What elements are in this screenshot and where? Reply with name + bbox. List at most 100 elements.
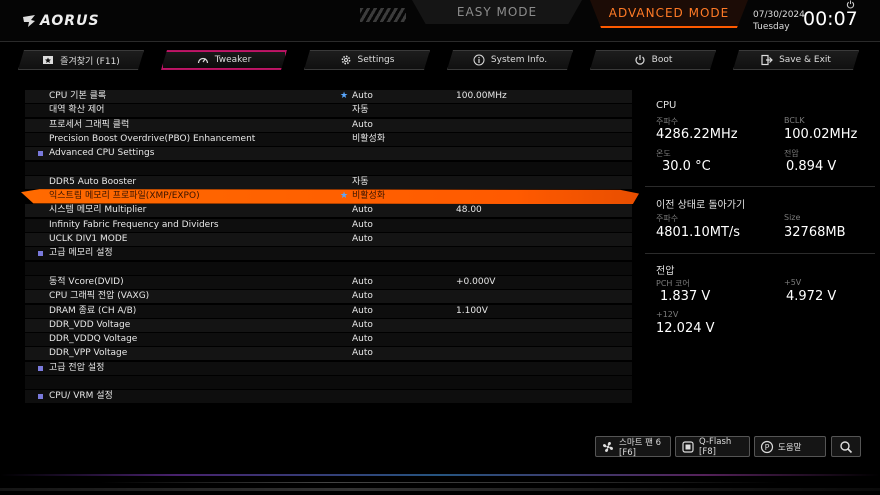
submenu-item[interactable]: Advanced CPU Settings [25,147,632,161]
setting-label: 익스트림 메모리 프로파일(XMP/EXPO) [49,191,200,202]
main-tabs: 즐겨찾기 (F11) Tweaker Settings System Info.… [18,50,862,72]
memory-section-title: 이전 상태로 돌아가기 [656,200,746,211]
speedometer-icon [197,54,209,66]
submenu-bullet-icon [38,251,43,257]
submenu-item[interactable]: 고급 전압 설정 [25,361,632,375]
setting-label: 프로세서 그래픽 클럭 [49,119,130,130]
voltage-section-title: 전압 [656,266,675,277]
qflash-button[interactable]: Q-Flash [F8] [675,436,750,457]
aorus-eagle-icon [23,15,35,27]
setting-label: Advanced CPU Settings [49,148,155,159]
v12-label: +12V [656,310,679,319]
submenu-bullet-icon [38,394,43,400]
setting-label: CPU 그래픽 전압 (VAXG) [49,291,150,302]
bclk-value: 100.02MHz [784,127,858,142]
setting-label: DDR5 Auto Booster [49,176,137,187]
setting-row[interactable]: CPU 그래픽 전압 (VAXG) Auto [25,290,632,304]
info-icon [473,54,485,66]
cpu-volt-label: 전압 [784,149,799,158]
qflash-icon [681,440,695,454]
setting-value[interactable]: Auto [352,290,373,303]
setting-value[interactable]: Auto [352,319,373,332]
cpu-temp-label: 온도 [656,149,671,158]
setting-value[interactable]: 자동 [352,176,369,189]
setting-readout: +0.000V [456,276,496,287]
v5-value: 4.972 V [786,289,837,304]
tab-boot[interactable]: Boot [590,50,716,70]
setting-label: Precision Boost Overdrive(PBO) Enhanceme… [49,133,256,144]
cpu-freq-value: 4286.22MHz [656,127,738,142]
setting-readout: 100.00MHz [456,91,507,101]
setting-row[interactable]: 시스템 메모리 Multiplier Auto 48.00 [25,204,632,218]
setting-row[interactable]: DDR5 Auto Booster 자동 [25,175,632,189]
exit-icon [761,54,773,66]
smart-fan-label: 스마트 팬 6 [F6] [619,437,662,458]
date-text: 07/30/2024 [753,10,805,20]
weekday-text: Tuesday [753,22,790,32]
setting-value[interactable]: 자동 [352,104,369,117]
setting-value[interactable]: Auto [352,233,373,246]
bottom-decoration [0,466,880,495]
bclk-label: BCLK [784,116,805,125]
help-icon: P [760,440,774,454]
search-button[interactable] [831,436,861,457]
setting-row[interactable]: Precision Boost Overdrive(PBO) Enhanceme… [25,132,632,146]
tab-settings[interactable]: Settings [304,50,430,70]
mem-size-label: Size [784,213,801,222]
setting-row[interactable]: UCLK DIV1 MODE Auto [25,233,632,246]
setting-value[interactable]: Auto [352,347,373,360]
cpu-temp-value: 30.0 °C [662,159,711,174]
setting-label: 고급 전압 설정 [49,362,105,373]
setting-value[interactable]: Auto [352,276,373,289]
help-button[interactable]: P 도움말 [754,436,826,457]
setting-value[interactable]: Auto [352,204,373,217]
setting-value[interactable]: Auto [352,333,373,346]
submenu-bullet-icon [38,365,43,371]
qflash-label: Q-Flash [F8] [699,436,732,457]
setting-value[interactable]: Auto [352,90,373,103]
setting-label: DDR_VDD Voltage [49,319,131,330]
setting-row[interactable]: DDR_VDDQ Voltage Auto [25,333,632,347]
setting-value[interactable]: Auto [352,305,373,318]
setting-row[interactable]: CPU 기본 클록 ★ Auto 100.00MHz [25,90,632,103]
favorite-star-icon[interactable]: ★ [340,190,348,203]
setting-label: DDR_VDDQ Voltage [49,334,138,345]
power-icon[interactable] [846,0,855,9]
setting-row[interactable]: DDR_VDD Voltage Auto [25,318,632,332]
tab-system-info[interactable]: System Info. [447,50,573,70]
submenu-item[interactable]: CPU/ VRM 설정 [25,390,632,404]
setting-row[interactable]: Infinity Fabric Frequency and Dividers Au… [25,218,632,232]
setting-value[interactable]: 비활성화 [352,133,385,146]
setting-label: UCLK DIV1 MODE [49,234,128,244]
mem-freq-label: 주파수 [656,214,679,223]
power-icon [634,54,646,66]
favorite-star-icon[interactable]: ★ [340,90,348,103]
tab-tweaker[interactable]: Tweaker [161,50,287,70]
tab-label: Settings [357,55,395,65]
setting-row[interactable]: DRAM 종료 (CH A/B) Auto 1.100V [25,304,632,318]
setting-label: 동적 Vcore(DVID) [49,276,124,287]
tab-save-exit[interactable]: Save & Exit [733,50,859,70]
setting-row[interactable]: 대역 확산 제어 자동 [25,104,632,118]
decor-stripes [360,8,406,22]
smart-fan-button[interactable]: 스마트 팬 6 [F6] [595,436,671,458]
setting-value[interactable]: 비활성화 [352,190,385,203]
tab-favorites[interactable]: 즐겨찾기 (F11) [18,50,144,70]
spacer-row [25,261,632,275]
setting-row[interactable]: DDR_VPP Voltage Auto [25,347,632,361]
setting-value[interactable]: Auto [352,219,373,232]
submenu-item[interactable]: 고급 메모리 설정 [25,247,632,261]
advanced-mode-button[interactable]: ADVANCED MODE [590,0,748,28]
setting-row[interactable]: 동적 Vcore(DVID) Auto +0.000V [25,275,632,289]
fan-icon [601,440,615,454]
pch-label: PCH 코어 [656,279,690,288]
setting-label: Infinity Fabric Frequency and Dividers [49,219,219,230]
pch-value: 1.837 V [660,289,711,304]
info-divider [645,253,875,254]
setting-row[interactable]: 프로세서 그래픽 클럭 Auto [25,118,632,132]
cpu-section-title: CPU [656,100,677,111]
setting-row[interactable]: 익스트림 메모리 프로파일(XMP/EXPO) ★ 비활성화 [21,189,639,205]
setting-value[interactable]: Auto [352,119,373,132]
easy-mode-button[interactable]: EASY MODE [412,0,582,24]
tab-label: System Info. [490,55,548,65]
